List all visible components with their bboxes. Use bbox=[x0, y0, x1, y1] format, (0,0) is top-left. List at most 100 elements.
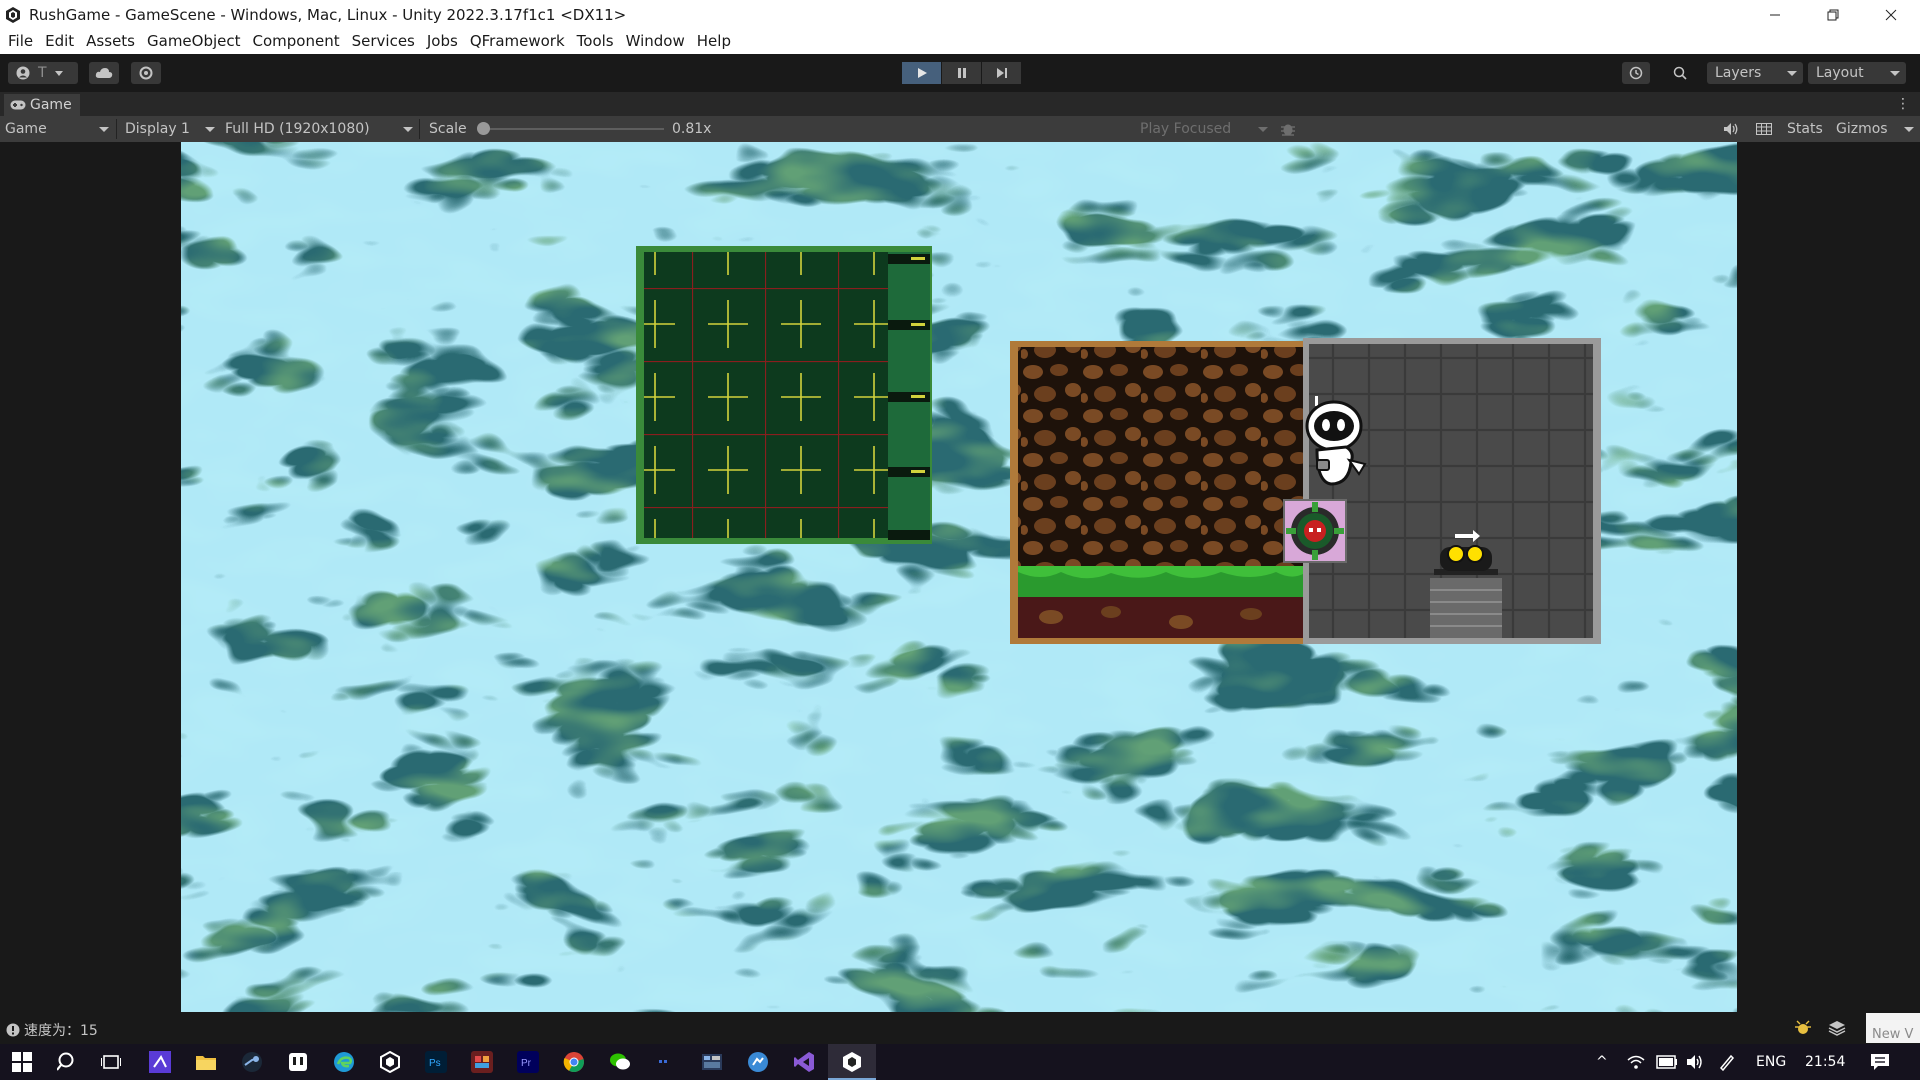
resolution-dropdown[interactable]: Full HD (1920x1080) bbox=[221, 116, 415, 142]
pause-icon bbox=[957, 68, 966, 78]
clock-time[interactable]: 21:54 bbox=[1805, 1044, 1845, 1080]
task-view-button[interactable] bbox=[99, 1050, 123, 1074]
notification-center-icon[interactable] bbox=[1870, 1053, 1890, 1071]
search-button[interactable] bbox=[1666, 62, 1694, 84]
menu-assets[interactable]: Assets bbox=[80, 29, 141, 54]
taskbar-search[interactable] bbox=[55, 1050, 79, 1074]
show-hidden-icons[interactable]: ^ bbox=[1596, 1044, 1608, 1080]
more-options-icon[interactable]: ⋮ bbox=[1896, 96, 1910, 112]
chevron-down-icon bbox=[54, 70, 63, 76]
taskbar-app-visual-studio-code[interactable] bbox=[148, 1050, 172, 1074]
console-status[interactable]: 速度为：15 bbox=[6, 1020, 98, 1040]
history-icon bbox=[1629, 66, 1643, 80]
taskbar-app-notes[interactable] bbox=[286, 1050, 310, 1074]
taskbar-app-unity-hub[interactable] bbox=[378, 1050, 402, 1074]
start-button[interactable] bbox=[10, 1050, 34, 1074]
layers-dropdown[interactable]: Layers bbox=[1707, 62, 1803, 84]
resolution-label: Full HD (1920x1080) bbox=[225, 121, 370, 137]
play-focused-dropdown[interactable]: Play Focused bbox=[1136, 116, 1270, 142]
taskbar-app-unity[interactable] bbox=[840, 1050, 864, 1074]
taskbar-app-photoshop[interactable]: Ps bbox=[424, 1050, 448, 1074]
layers-label: Layers bbox=[1715, 65, 1762, 81]
taskbar-app-premiere[interactable]: Pr bbox=[516, 1050, 540, 1074]
restore-button[interactable] bbox=[1804, 0, 1862, 29]
layout-dropdown[interactable]: Layout bbox=[1808, 62, 1906, 84]
svg-text:Ps: Ps bbox=[429, 1058, 441, 1069]
wifi-icon[interactable] bbox=[1627, 1054, 1645, 1070]
gizmos-dropdown[interactable]: Gizmos bbox=[1832, 116, 1916, 142]
minimize-icon bbox=[1770, 14, 1780, 15]
status-message: 速度为：15 bbox=[24, 1023, 98, 1039]
menu-jobs[interactable]: Jobs bbox=[421, 29, 464, 54]
battery-icon[interactable] bbox=[1656, 1055, 1678, 1069]
separator bbox=[116, 119, 117, 139]
taskbar-app-messenger[interactable] bbox=[746, 1050, 770, 1074]
layers-stack-icon[interactable] bbox=[1828, 1020, 1846, 1036]
taskbar-app-file-explorer[interactable] bbox=[194, 1050, 218, 1074]
view-mode-label: Game bbox=[5, 121, 47, 137]
taskbar-app-video-editor[interactable] bbox=[470, 1050, 494, 1074]
menu-component[interactable]: Component bbox=[247, 29, 346, 54]
display-label: Display 1 bbox=[125, 121, 190, 137]
step-button[interactable] bbox=[982, 62, 1021, 84]
cloud-button[interactable] bbox=[89, 62, 119, 84]
close-button[interactable] bbox=[1862, 0, 1920, 29]
info-icon bbox=[6, 1023, 20, 1037]
grid-icon[interactable] bbox=[1756, 123, 1772, 135]
taskbar-app-edge[interactable] bbox=[332, 1050, 356, 1074]
stats-button[interactable]: Stats bbox=[1787, 116, 1823, 142]
steam-icon bbox=[242, 1052, 262, 1072]
menu-services[interactable]: Services bbox=[346, 29, 421, 54]
chevron-down-icon bbox=[1258, 127, 1268, 132]
scale-slider-handle[interactable] bbox=[477, 122, 490, 135]
new-version-popup[interactable]: New V bbox=[1866, 1013, 1920, 1043]
play-button[interactable] bbox=[902, 62, 941, 84]
chevron-down-icon bbox=[99, 127, 109, 132]
grid-room bbox=[1303, 338, 1601, 644]
pen-icon[interactable] bbox=[1718, 1053, 1736, 1071]
account-icon bbox=[16, 66, 30, 80]
menu-help[interactable]: Help bbox=[691, 29, 737, 54]
minimize-button[interactable] bbox=[1746, 0, 1804, 29]
taskbar-app-steam[interactable] bbox=[240, 1050, 264, 1074]
play-focused-label: Play Focused bbox=[1140, 121, 1232, 137]
undo-history-button[interactable] bbox=[1622, 62, 1650, 84]
bug-icon[interactable] bbox=[1280, 121, 1296, 137]
search-icon bbox=[57, 1052, 74, 1071]
game-render-canvas[interactable] bbox=[181, 142, 1737, 1012]
collab-button[interactable] bbox=[131, 62, 161, 84]
menu-tools[interactable]: Tools bbox=[571, 29, 620, 54]
menu-gameobject[interactable]: GameObject bbox=[141, 29, 247, 54]
audio-mute-icon[interactable] bbox=[1723, 122, 1739, 136]
taskbar-app-chrome[interactable] bbox=[562, 1050, 586, 1074]
messenger-icon bbox=[748, 1052, 768, 1072]
windows-taskbar: Ps Pr ^ ENG 21:54 bbox=[0, 1044, 1920, 1080]
taskbar-app-visual-studio[interactable] bbox=[792, 1050, 816, 1074]
pause-button[interactable] bbox=[942, 62, 981, 84]
view-mode-dropdown[interactable]: Game bbox=[1, 116, 111, 142]
menu-edit[interactable]: Edit bbox=[39, 29, 80, 54]
bug-report-icon[interactable] bbox=[1794, 1019, 1812, 1037]
menu-file[interactable]: File bbox=[2, 29, 39, 54]
game-scene bbox=[181, 142, 1737, 1012]
display-dropdown[interactable]: Display 1 bbox=[121, 116, 217, 142]
scale-label: Scale bbox=[429, 121, 467, 137]
edge-icon bbox=[334, 1052, 354, 1072]
menu-window[interactable]: Window bbox=[620, 29, 691, 54]
visual-studio-code-icon bbox=[149, 1051, 171, 1073]
new-version-label: New V bbox=[1872, 1027, 1914, 1042]
unity-logo-icon bbox=[6, 6, 20, 23]
volume-icon[interactable] bbox=[1686, 1054, 1704, 1070]
scale-value: 0.81x bbox=[672, 121, 712, 137]
window-controls bbox=[1746, 0, 1920, 29]
menu-qframework[interactable]: QFramework bbox=[464, 29, 571, 54]
taskbar-app-generic[interactable] bbox=[654, 1050, 678, 1074]
taskbar-app-aseprite[interactable] bbox=[700, 1050, 724, 1074]
window-title: RushGame - GameScene - Windows, Mac, Lin… bbox=[29, 5, 627, 24]
account-dropdown[interactable]: T bbox=[8, 62, 78, 84]
scale-slider-track[interactable] bbox=[482, 128, 664, 130]
tab-game[interactable]: Game bbox=[4, 94, 80, 116]
taskbar-app-wechat[interactable] bbox=[608, 1050, 632, 1074]
aseprite-icon bbox=[702, 1054, 722, 1070]
input-language[interactable]: ENG bbox=[1756, 1044, 1786, 1080]
